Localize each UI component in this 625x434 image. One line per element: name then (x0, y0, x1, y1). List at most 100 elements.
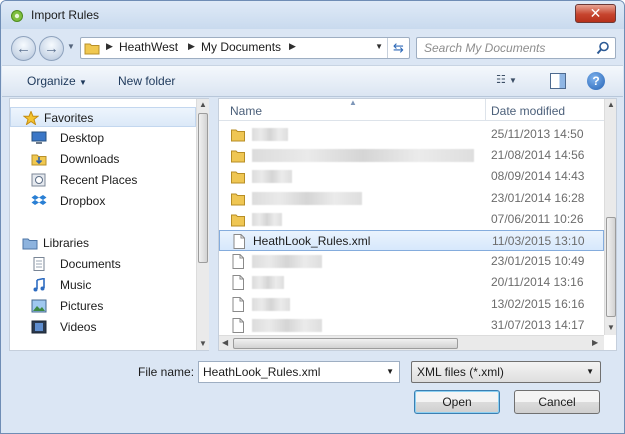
date-modified: 21/08/2014 14:56 (491, 148, 585, 163)
date-modified: 31/07/2013 14:17 (491, 317, 585, 332)
folder-icon (231, 129, 245, 142)
views-icon: ☷ (496, 74, 506, 86)
folder-row[interactable]: 25/11/2013 14:50 (219, 124, 604, 145)
sidebar-item-recent-places[interactable]: Recent Places (10, 170, 196, 190)
redacted-file-name (252, 170, 292, 184)
scroll-thumb[interactable] (233, 338, 458, 349)
scroll-up-icon[interactable]: ▲ (199, 100, 207, 109)
videos-icon (31, 320, 47, 334)
sidebar-item-favorites[interactable]: Favorites (10, 107, 196, 127)
column-divider[interactable] (485, 99, 486, 121)
search-input[interactable]: Search My Documents (416, 37, 616, 59)
redacted-file-name (252, 212, 282, 226)
dropbox-icon (31, 195, 47, 205)
breadcrumb-my-documents[interactable]: My Documents (201, 40, 281, 54)
refresh-icon: ⇆ (393, 40, 404, 55)
recent-pages-dropdown[interactable]: ▼ (67, 42, 75, 51)
sidebar-item-downloads[interactable]: Downloads (10, 149, 196, 169)
column-date-modified[interactable]: Date modified (491, 104, 565, 118)
close-icon: ✕ (589, 5, 602, 21)
chevron-right-icon[interactable]: ▶ (289, 41, 296, 52)
scroll-up-icon[interactable]: ▲ (607, 100, 615, 109)
sidebar-item-videos[interactable]: Videos (10, 317, 196, 337)
scroll-left-icon[interactable]: ◀ (222, 338, 228, 347)
redacted-file-name (252, 297, 290, 311)
folder-row[interactable]: 07/06/2011 10:26 (219, 209, 604, 230)
chevron-down-icon[interactable]: ▼ (386, 367, 394, 376)
back-button[interactable]: ← (11, 36, 36, 61)
folder-row[interactable]: 21/08/2014 14:56 (219, 145, 604, 166)
refresh-button[interactable]: ⇆ (387, 38, 409, 58)
document-icon (232, 317, 244, 333)
chevron-down-icon: ▼ (508, 76, 517, 85)
file-row[interactable]: 31/07/2013 14:17 (219, 315, 604, 336)
redacted-file-name (252, 276, 284, 290)
scroll-right-icon[interactable]: ▶ (592, 338, 598, 347)
folder-icon (231, 150, 245, 163)
file-type-value: XML files (*.xml) (417, 365, 504, 379)
date-modified: 07/06/2011 10:26 (491, 211, 584, 226)
organize-button[interactable]: Organize ▼ (27, 74, 87, 88)
search-icon[interactable] (596, 41, 610, 55)
help-icon: ? (592, 74, 600, 88)
date-modified: 13/02/2015 16:16 (491, 296, 585, 311)
sidebar-item-dropbox[interactable]: Dropbox (10, 191, 196, 211)
scroll-down-icon[interactable]: ▼ (607, 323, 615, 332)
chevron-down-icon[interactable]: ▼ (375, 42, 383, 51)
sidebar-item-libraries[interactable]: Libraries (10, 233, 196, 253)
new-folder-button[interactable]: New folder (118, 74, 175, 88)
file-name-label: File name: (138, 365, 195, 379)
vertical-scrollbar[interactable]: ▲ ▼ (604, 99, 616, 335)
cancel-button[interactable]: Cancel (514, 390, 600, 414)
address-row: ← → ▼ ▶ HeathWest ▶ My Documents ▶ ▼ ⇆ S… (1, 29, 624, 65)
file-row[interactable]: 13/02/2015 16:16 (219, 294, 604, 315)
chevron-right-icon[interactable]: ▶ (106, 41, 113, 52)
date-modified: 20/11/2014 13:16 (491, 275, 584, 290)
sidebar-item-documents[interactable]: Documents (10, 254, 196, 274)
folder-icon (231, 214, 245, 227)
document-icon (232, 296, 244, 312)
scroll-thumb[interactable] (198, 113, 208, 263)
change-view-button[interactable]: ☷ ▼ (496, 73, 530, 89)
chevron-right-icon[interactable]: ▶ (188, 41, 195, 52)
folder-icon (231, 171, 245, 184)
star-icon (23, 111, 39, 125)
sort-ascending-icon: ▲ (349, 98, 357, 107)
file-name-value: HeathLook_Rules.xml (203, 365, 321, 379)
file-row[interactable]: 20/11/2014 13:16 (219, 272, 604, 293)
sidebar-item-pictures[interactable]: Pictures (10, 296, 196, 316)
help-button[interactable]: ? (587, 72, 605, 90)
column-name[interactable]: Name (230, 104, 262, 118)
close-button[interactable]: ✕ (575, 4, 616, 23)
address-bar[interactable]: ▶ HeathWest ▶ My Documents ▶ ▼ ⇆ (80, 37, 410, 59)
horizontal-scrollbar[interactable]: ◀ ▶ (219, 335, 604, 350)
folder-row[interactable]: 23/01/2014 16:28 (219, 188, 604, 209)
preview-pane-button[interactable] (550, 73, 566, 89)
search-placeholder: Search My Documents (424, 41, 546, 55)
open-button[interactable]: Open (414, 390, 500, 414)
file-name: HeathLook_Rules.xml (253, 234, 371, 248)
chevron-down-icon: ▼ (586, 367, 594, 376)
forward-button[interactable]: → (39, 36, 64, 61)
breadcrumb-heathwest[interactable]: HeathWest (119, 40, 178, 54)
folder-icon (84, 43, 100, 55)
sidebar-item-desktop[interactable]: Desktop (10, 128, 196, 148)
file-name-input[interactable]: HeathLook_Rules.xml ▼ (198, 361, 400, 383)
recent-places-icon (31, 173, 46, 187)
navigation-scrollbar[interactable]: ▲ ▼ (196, 99, 209, 350)
title-bar: Import Rules ✕ (1, 1, 624, 29)
redacted-file-name (252, 255, 322, 269)
scroll-thumb[interactable] (606, 217, 616, 317)
libraries-icon (22, 238, 38, 250)
folder-row[interactable]: 08/09/2014 14:43 (219, 166, 604, 187)
file-row[interactable]: HeathLook_Rules.xml 11/03/2015 13:10 (219, 230, 604, 251)
sidebar-item-music[interactable]: Music (10, 275, 196, 295)
gear-icon (11, 10, 23, 22)
desktop-icon (31, 131, 47, 144)
document-icon (232, 275, 244, 291)
file-row[interactable]: 23/01/2015 10:49 (219, 251, 604, 272)
file-type-select[interactable]: XML files (*.xml) ▼ (411, 361, 601, 383)
document-icon (232, 254, 244, 270)
scroll-down-icon[interactable]: ▼ (199, 339, 207, 348)
downloads-folder-icon (31, 154, 47, 166)
